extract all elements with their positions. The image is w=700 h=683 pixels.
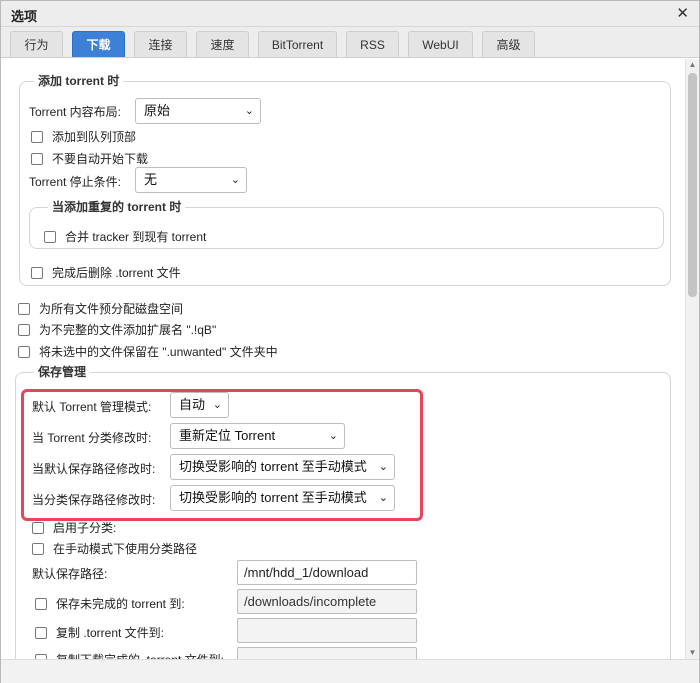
incomplete-path-row[interactable]: 保存未完成的 torrent 到:	[35, 595, 185, 612]
unwanted-folder-row[interactable]: 将未选中的文件保留在 ".unwanted" 文件夹中	[18, 343, 278, 360]
delete-torrent-file-checkbox[interactable]	[31, 266, 43, 279]
title-bar: 选项 ✕	[1, 1, 699, 27]
dialog-footer	[1, 659, 699, 683]
category-path-changed-row: 当分类保存路径修改时:	[32, 492, 156, 507]
saving-management-legend: 保存管理	[34, 365, 91, 379]
duplicate-torrent-legend: 当添加重复的 torrent 时	[48, 200, 186, 214]
preallocate-row[interactable]: 为所有文件预分配磁盘空间	[18, 300, 183, 317]
append-ext-checkbox[interactable]	[18, 323, 30, 336]
use-category-paths-label: 在手动模式下使用分类路径	[53, 542, 198, 556]
tab-downloads[interactable]: 下载	[72, 31, 125, 57]
content-layout-value: 原始	[144, 103, 171, 118]
stop-condition-select[interactable]: 无 ⌄	[135, 167, 247, 193]
stop-condition-row: Torrent 停止条件:	[29, 174, 122, 189]
tab-bittorrent[interactable]: BitTorrent	[258, 31, 337, 57]
scroll-up-icon[interactable]: ▲	[686, 59, 699, 71]
default-mode-label: 默认 Torrent 管理模式:	[32, 399, 152, 414]
incomplete-path-label: 保存未完成的 torrent 到:	[56, 597, 185, 611]
subcategories-checkbox[interactable]	[32, 521, 44, 534]
default-path-changed-row: 当默认保存路径修改时:	[32, 461, 156, 476]
tab-bar: 行为 下载 连接 速度 BitTorrent RSS WebUI 高级	[1, 27, 699, 58]
tab-advanced[interactable]: 高级	[482, 31, 535, 57]
default-mode-value: 自动	[179, 397, 206, 412]
copy-finished-label: 复制下载完成的 .torrent 文件到:	[56, 651, 224, 659]
unwanted-folder-label: 将未选中的文件保留在 ".unwanted" 文件夹中	[39, 345, 278, 359]
downloads-panel: 添加 torrent 时 Torrent 内容布局: 原始 ⌄ 添加到队列顶部 …	[1, 59, 685, 659]
scroll-thumb[interactable]	[688, 73, 697, 297]
content-layout-label: Torrent 内容布局:	[29, 104, 122, 119]
chevron-down-icon: ⌄	[378, 461, 388, 473]
default-save-path-input[interactable]: /mnt/hdd_1/download	[237, 560, 417, 585]
subcategories-label: 启用子分类:	[53, 521, 117, 535]
copy-torrent-checkbox[interactable]	[35, 626, 47, 639]
dont-start-checkbox[interactable]	[31, 152, 43, 165]
merge-trackers-row[interactable]: 合并 tracker 到现有 torrent	[44, 228, 206, 245]
category-path-changed-label: 当分类保存路径修改时:	[32, 492, 156, 507]
add-to-top-checkbox[interactable]	[31, 130, 43, 143]
default-save-path-row: 默认保存路径:	[32, 566, 108, 581]
unwanted-folder-checkbox[interactable]	[18, 345, 30, 358]
category-changed-value: 重新定位 Torrent	[179, 428, 276, 443]
add-to-top-row[interactable]: 添加到队列顶部	[31, 128, 136, 145]
category-changed-label: 当 Torrent 分类修改时:	[32, 430, 152, 445]
incomplete-path-checkbox[interactable]	[35, 597, 47, 610]
saving-management-group: 保存管理	[15, 365, 671, 659]
copy-torrent-label: 复制 .torrent 文件到:	[56, 626, 165, 640]
close-icon[interactable]: ✕	[676, 4, 689, 22]
subcategories-row[interactable]: 启用子分类:	[32, 519, 116, 536]
default-mode-select[interactable]: 自动 ⌄	[170, 392, 229, 418]
stop-condition-label: Torrent 停止条件:	[29, 174, 122, 189]
chevron-down-icon: ⌄	[244, 105, 254, 117]
chevron-down-icon: ⌄	[378, 492, 388, 504]
add-torrent-legend: 添加 torrent 时	[34, 74, 124, 88]
preallocate-checkbox[interactable]	[18, 302, 30, 315]
dialog-title: 选项	[11, 9, 38, 24]
tab-rss[interactable]: RSS	[346, 31, 399, 57]
default-path-changed-value: 切换受影响的 torrent 至手动模式	[179, 459, 367, 474]
tab-behavior[interactable]: 行为	[10, 31, 63, 57]
dont-start-row[interactable]: 不要自动开始下载	[31, 150, 148, 167]
category-changed-row: 当 Torrent 分类修改时:	[32, 430, 152, 445]
tab-webui[interactable]: WebUI	[408, 31, 473, 57]
copy-finished-row[interactable]: 复制下载完成的 .torrent 文件到:	[35, 651, 224, 659]
preallocate-label: 为所有文件预分配磁盘空间	[39, 302, 184, 316]
scroll-down-icon[interactable]: ▼	[686, 647, 699, 659]
tab-connection[interactable]: 连接	[134, 31, 187, 57]
copy-finished-input[interactable]	[237, 647, 417, 659]
use-category-paths-row[interactable]: 在手动模式下使用分类路径	[32, 540, 197, 557]
content-layout-select[interactable]: 原始 ⌄	[135, 98, 261, 124]
default-path-changed-select[interactable]: 切换受影响的 torrent 至手动模式 ⌄	[170, 454, 395, 480]
append-ext-label: 为不完整的文件添加扩展名 ".!qB"	[39, 323, 217, 337]
delete-torrent-file-row[interactable]: 完成后删除 .torrent 文件	[31, 264, 181, 281]
append-ext-row[interactable]: 为不完整的文件添加扩展名 ".!qB"	[18, 321, 216, 338]
default-mode-row: 默认 Torrent 管理模式:	[32, 399, 152, 414]
category-path-changed-value: 切换受影响的 torrent 至手动模式	[179, 490, 367, 505]
copy-torrent-row[interactable]: 复制 .torrent 文件到:	[35, 624, 164, 641]
vertical-scrollbar[interactable]: ▲ ▼	[685, 59, 699, 659]
default-save-path-label: 默认保存路径:	[32, 566, 108, 581]
chevron-down-icon: ⌄	[212, 399, 222, 411]
chevron-down-icon: ⌄	[230, 174, 240, 186]
use-category-paths-checkbox[interactable]	[32, 542, 44, 555]
content-layout-row: Torrent 内容布局:	[29, 104, 122, 119]
delete-torrent-file-label: 完成后删除 .torrent 文件	[52, 266, 181, 280]
add-to-top-label: 添加到队列顶部	[52, 130, 137, 144]
merge-trackers-label: 合并 tracker 到现有 torrent	[65, 230, 207, 244]
merge-trackers-checkbox[interactable]	[44, 230, 56, 243]
stop-condition-value: 无	[144, 172, 158, 187]
options-dialog: 选项 ✕ 行为 下载 连接 速度 BitTorrent RSS WebUI 高级…	[0, 0, 700, 683]
category-changed-select[interactable]: 重新定位 Torrent ⌄	[170, 423, 345, 449]
copy-torrent-input[interactable]	[237, 618, 417, 643]
incomplete-path-input[interactable]: /downloads/incomplete	[237, 589, 417, 614]
category-path-changed-select[interactable]: 切换受影响的 torrent 至手动模式 ⌄	[170, 485, 395, 511]
default-path-changed-label: 当默认保存路径修改时:	[32, 461, 156, 476]
chevron-down-icon: ⌄	[328, 430, 338, 442]
tab-speed[interactable]: 速度	[196, 31, 249, 57]
dont-start-label: 不要自动开始下载	[52, 152, 149, 166]
